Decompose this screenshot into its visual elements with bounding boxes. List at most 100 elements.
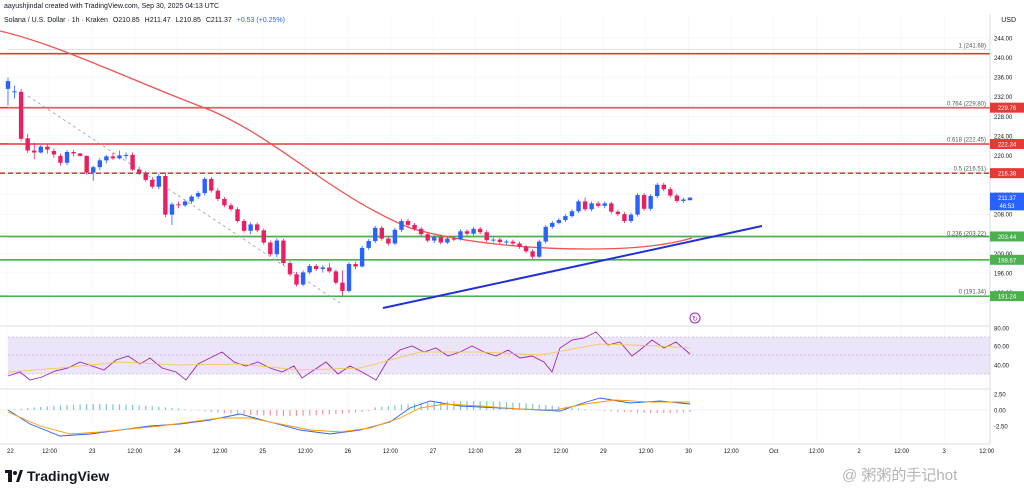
macd-histogram-bar (125, 404, 127, 410)
macd-histogram-bar (86, 404, 88, 410)
macd-histogram-bar (322, 410, 324, 415)
macd-histogram-bar (177, 408, 180, 410)
candle-body (563, 216, 568, 221)
macd-histogram-bar (33, 407, 35, 410)
candle-body (12, 91, 17, 93)
symbol-name[interactable]: Solana / U.S. Dollar · 1h · Kraken (4, 17, 108, 24)
macd-histogram-bar (295, 410, 298, 416)
candle-body (412, 224, 417, 229)
price-badge-label: 216.38 (998, 172, 1017, 178)
time-tick-label: 12:00 (212, 449, 228, 455)
macd-histogram-bar (171, 407, 173, 410)
ohlc-high: H211.47 (144, 17, 171, 24)
macd-histogram-bar (400, 404, 403, 410)
time-tick-label: 28 (515, 449, 522, 455)
candle-body (504, 241, 509, 243)
time-tick-label: 12:00 (468, 449, 484, 455)
time-tick-label: 29 (600, 449, 607, 455)
macd-histogram-bar (591, 409, 593, 411)
price-badge-label: 191.24 (998, 295, 1017, 301)
candle-body (228, 205, 234, 210)
candle-body (281, 240, 286, 264)
macd-histogram-bar (236, 410, 239, 415)
candle-body (576, 201, 581, 212)
candle-body (117, 155, 122, 159)
time-tick-label: 12:00 (724, 449, 740, 455)
macd-histogram-bar (210, 410, 212, 412)
price-chart[interactable]: 1 (241.68) 0.764 (229.80) 0.618 (222.45) 0.… (0, 0, 1024, 458)
price-tick-label: 196.00 (994, 271, 1013, 277)
candle-body (641, 195, 647, 209)
candle-body (556, 220, 562, 223)
macd-histogram-bar (282, 410, 285, 416)
candle-body (635, 195, 640, 215)
candle-body (425, 234, 430, 241)
candle-body (97, 160, 103, 168)
currency-label[interactable]: USD (1001, 17, 1016, 24)
candle-body (602, 203, 607, 206)
candle-body (268, 242, 273, 255)
macd-histogram-bar (505, 402, 507, 410)
candle-body (399, 220, 404, 230)
macd-histogram-bar (53, 405, 55, 410)
macd-histogram-bar (105, 404, 107, 410)
macd-tick-label: 0.00 (994, 409, 1006, 415)
macd-histogram-bar (197, 410, 199, 411)
macd-histogram-bar (636, 410, 639, 413)
price-badge-label: 229.76 (998, 106, 1017, 112)
macd-histogram-bar (158, 406, 160, 410)
rsi-tick-label: 60.00 (994, 345, 1010, 351)
rsi-tick-label: 40.00 (994, 364, 1010, 370)
candle-body (655, 184, 660, 197)
candle-body (359, 247, 365, 267)
alert-icon-glyph: ↻ (692, 316, 698, 323)
macd-histogram-bar (335, 410, 337, 414)
price-badge-label: 198.67 (998, 258, 1017, 264)
macd-histogram-bar (223, 410, 226, 414)
macd-histogram-bar (368, 410, 370, 412)
macd-histogram-bar (348, 410, 350, 413)
macd-histogram-bar (597, 410, 599, 411)
candle-body (182, 201, 188, 206)
candle-body (346, 264, 352, 291)
candle-body (379, 227, 384, 239)
macd-histogram-bar (20, 408, 22, 410)
candle-body (687, 197, 693, 201)
macd-histogram-bar (630, 410, 632, 413)
candle-body (477, 228, 483, 233)
macd-histogram-bar (394, 405, 396, 410)
candle-body (215, 190, 221, 199)
macd-histogram-bar (656, 410, 658, 413)
candle-body (294, 274, 299, 285)
macd-histogram-bar (617, 410, 619, 412)
candle-body (569, 211, 575, 217)
rsi-tick-label: 80.00 (994, 327, 1010, 333)
candle-body (150, 179, 155, 187)
candle-body (136, 169, 142, 174)
macd-histogram-bar (230, 410, 232, 414)
macd-histogram-bar (341, 410, 344, 414)
macd-histogram-bar (689, 410, 691, 413)
macd-histogram-bar (131, 404, 134, 410)
macd-histogram-bar (479, 401, 481, 410)
macd-histogram-bar (46, 406, 48, 410)
macd-histogram-bar (191, 409, 193, 411)
fib-level-label: 0.618 (222.45) (947, 137, 986, 143)
candle-body (222, 198, 227, 206)
candle-body (51, 151, 57, 155)
candle-body (536, 241, 542, 257)
tradingview-logo[interactable]: TradingView (5, 468, 109, 484)
macd-histogram-bar (551, 405, 553, 410)
candle-body (340, 282, 345, 291)
time-tick-label: Oct (769, 449, 779, 455)
fib-level-label: 1 (241.68) (959, 43, 986, 49)
price-badge-label: 222.34 (998, 142, 1017, 148)
ohlc-open: O210.85 (112, 17, 140, 24)
candle-body (18, 91, 24, 139)
symbol-legend[interactable]: Solana / U.S. Dollar · 1h · Kraken O210.… (4, 17, 288, 24)
candle-body (333, 271, 339, 283)
time-tick-label: 23 (89, 449, 96, 455)
rsi-band (8, 337, 990, 374)
time-tick-label: 12:00 (979, 449, 995, 455)
candle-body (307, 266, 312, 273)
